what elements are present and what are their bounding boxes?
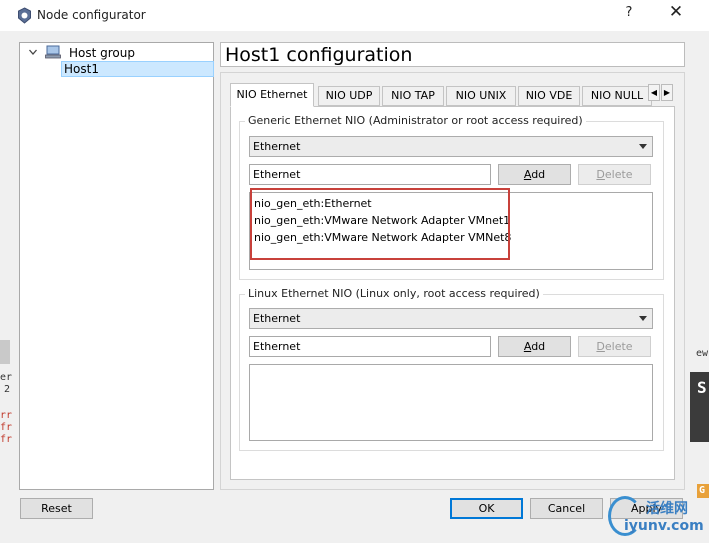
title-bar: Node configurator ? ✕: [0, 0, 709, 31]
linux-nio-list[interactable]: [249, 364, 653, 441]
tree-item-host-group[interactable]: Host group: [20, 44, 213, 60]
linux-interface-input[interactable]: Ethernet: [249, 336, 491, 357]
background-text: er: [0, 372, 13, 383]
generic-interface-input[interactable]: Ethernet: [249, 164, 491, 185]
background-text: S: [697, 378, 707, 397]
background-text: fr: [0, 422, 13, 433]
tab-nio-null[interactable]: NIO NULL: [582, 86, 652, 106]
node-tree[interactable]: Host group Host1: [19, 42, 214, 490]
gns3-app-icon: [18, 7, 31, 24]
background-text: ew: [696, 348, 709, 359]
tab-nio-tap[interactable]: NIO TAP: [382, 86, 444, 106]
generic-interface-dropdown[interactable]: Ethernet: [249, 136, 653, 157]
linux-add-button[interactable]: Add: [498, 336, 571, 357]
window-title: Node configurator: [37, 8, 146, 22]
chevron-down-icon: [639, 316, 647, 321]
help-button[interactable]: ?: [614, 2, 644, 26]
linux-ethernet-legend: Linux Ethernet NIO (Linux only, root acc…: [245, 287, 543, 300]
reset-button[interactable]: Reset: [20, 498, 93, 519]
dropdown-value: Ethernet: [253, 312, 301, 325]
chevron-down-icon[interactable]: [28, 47, 38, 57]
linux-interface-dropdown[interactable]: Ethernet: [249, 308, 653, 329]
cancel-button[interactable]: Cancel: [530, 498, 603, 519]
tab-nio-udp[interactable]: NIO UDP: [318, 86, 380, 106]
tree-label: Host group: [69, 46, 135, 60]
tree-item-host1[interactable]: Host1: [61, 61, 214, 77]
generic-add-button[interactable]: Add: [498, 164, 571, 185]
background-window-left: [0, 31, 17, 543]
site-watermark: 活维网 iyunv.com: [604, 494, 704, 540]
linux-delete-button: Delete: [578, 336, 651, 357]
dropdown-value: Ethernet: [253, 140, 301, 153]
tab-scroll-right-icon[interactable]: ▶: [661, 84, 673, 101]
tab-nio-vde[interactable]: NIO VDE: [518, 86, 580, 106]
close-button[interactable]: ✕: [648, 0, 704, 26]
annotation-highlight-box: [250, 188, 510, 260]
tab-scroll-left-icon[interactable]: ◀: [648, 84, 660, 101]
background-text: 2: [4, 384, 11, 395]
chevron-down-icon: [639, 144, 647, 149]
background-scrollbar: [0, 340, 10, 364]
background-text: fr: [0, 434, 13, 445]
config-header: Host1 configuration: [220, 42, 685, 67]
generic-ethernet-legend: Generic Ethernet NIO (Administrator or r…: [245, 114, 586, 127]
watermark-text: iyunv.com: [624, 518, 704, 534]
generic-delete-button: Delete: [578, 164, 651, 185]
background-text: rr: [0, 410, 13, 421]
background-window-right: [694, 31, 709, 543]
tree-label: Host1: [64, 62, 99, 76]
ok-button[interactable]: OK: [450, 498, 523, 519]
computer-icon: [45, 45, 61, 59]
watermark-text: 活维网: [646, 501, 688, 517]
tab-nio-ethernet[interactable]: NIO Ethernet: [230, 83, 314, 107]
tab-nio-unix[interactable]: NIO UNIX: [446, 86, 516, 106]
page-title: Host1 configuration: [225, 44, 413, 66]
